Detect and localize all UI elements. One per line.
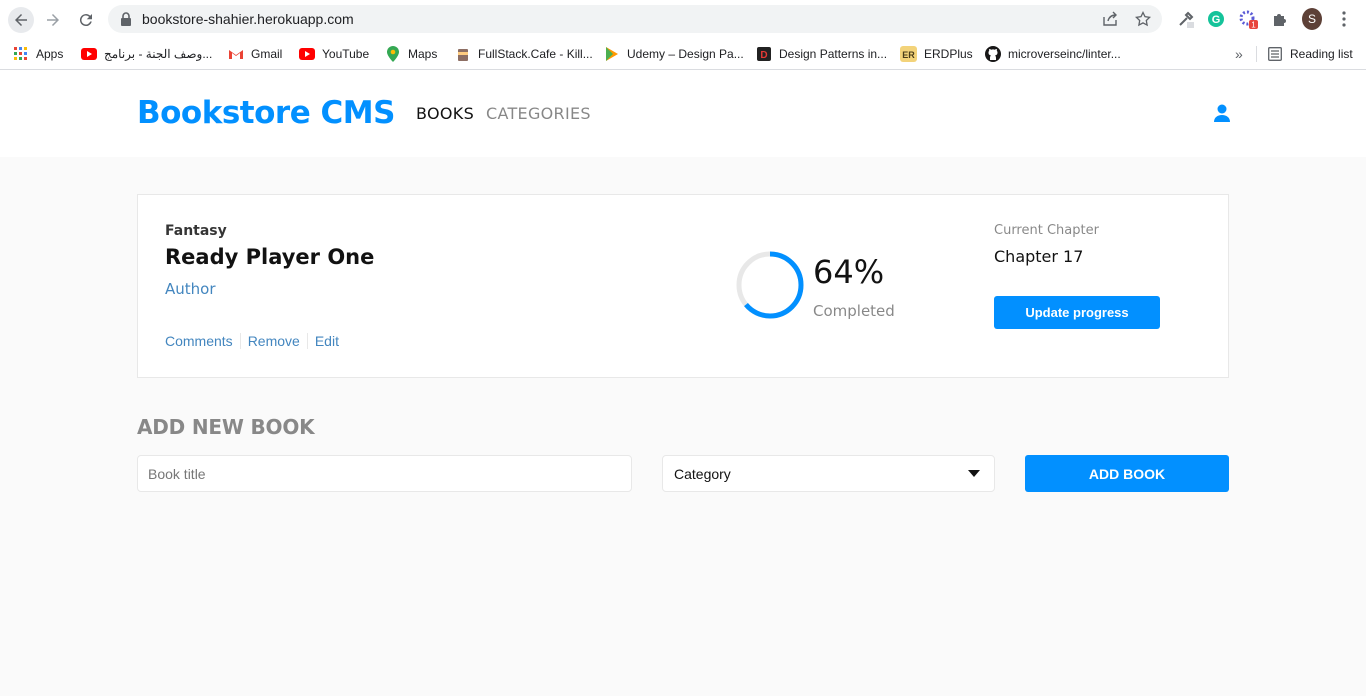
apps-grid-icon bbox=[13, 46, 29, 62]
current-chapter-label: Current Chapter bbox=[994, 223, 1099, 238]
svg-text:G: G bbox=[1212, 14, 1221, 26]
current-chapter-value: Chapter 17 bbox=[994, 247, 1084, 266]
cafe-cup-icon bbox=[455, 46, 471, 62]
app-header: Bookstore CMS BOOKS CATEGORIES bbox=[0, 70, 1366, 157]
bookmark-erdplus[interactable]: ER ERDPlus bbox=[900, 44, 973, 64]
action-divider bbox=[306, 333, 308, 349]
forward-button[interactable] bbox=[40, 7, 66, 33]
bookmark-label: Maps bbox=[408, 47, 438, 61]
svg-text:ER: ER bbox=[902, 50, 915, 60]
bookmark-udemy[interactable]: Udemy – Design Pa... bbox=[604, 44, 744, 64]
lock-icon bbox=[121, 12, 131, 26]
bookmark-fullstack-cafe[interactable]: FullStack.Cafe - Kill... bbox=[455, 44, 593, 64]
book-title: Ready Player One bbox=[165, 245, 375, 269]
update-progress-button[interactable]: Update progress bbox=[994, 296, 1160, 329]
nav-categories[interactable]: CATEGORIES bbox=[486, 104, 591, 123]
bookmark-label: وصف الجنة - برنامج... bbox=[104, 47, 213, 61]
caret-down-icon bbox=[968, 470, 980, 477]
book-title-input[interactable] bbox=[137, 455, 632, 492]
youtube-icon bbox=[81, 46, 97, 62]
youtube-icon bbox=[299, 46, 315, 62]
svg-text:D: D bbox=[760, 50, 767, 61]
bookmark-github-linter[interactable]: microverseinc/linter... bbox=[985, 44, 1121, 64]
bookmark-label: YouTube bbox=[322, 47, 370, 61]
book-card: Fantasy Ready Player One Author Comments… bbox=[137, 194, 1229, 378]
bookmark-design-patterns[interactable]: D Design Patterns in... bbox=[756, 44, 887, 64]
bookmarks-divider bbox=[1256, 46, 1257, 62]
edit-button[interactable]: Edit bbox=[315, 333, 339, 349]
reload-button[interactable] bbox=[73, 7, 99, 33]
browser-toolbar: bookstore-shahier.herokuapp.com G 1 S bbox=[0, 0, 1366, 38]
comments-button[interactable]: Comments bbox=[165, 333, 233, 349]
bookmark-label: ERDPlus bbox=[924, 47, 973, 61]
category-select[interactable]: Category bbox=[662, 455, 995, 492]
design-patterns-icon: D bbox=[756, 46, 772, 62]
udemy-icon bbox=[604, 46, 620, 62]
book-actions: Comments Remove Edit bbox=[165, 333, 339, 349]
kebab-menu-icon[interactable] bbox=[1334, 9, 1354, 29]
action-divider bbox=[239, 333, 241, 349]
bookmarks-overflow-button[interactable]: » bbox=[1235, 44, 1243, 64]
bookmark-label: FullStack.Cafe - Kill... bbox=[478, 47, 593, 61]
svg-text:1: 1 bbox=[1251, 21, 1256, 30]
user-icon[interactable] bbox=[1212, 103, 1232, 123]
arrow-right-icon bbox=[47, 14, 59, 26]
puzzle-extensions-icon[interactable] bbox=[1270, 9, 1290, 29]
reload-icon bbox=[79, 14, 92, 27]
erdplus-icon: ER bbox=[900, 46, 917, 62]
reading-list-label: Reading list bbox=[1290, 47, 1353, 61]
progress-completed-label: Completed bbox=[813, 302, 895, 320]
bookmark-label: Apps bbox=[36, 47, 64, 61]
bookmark-label: Gmail bbox=[251, 47, 283, 61]
add-book-heading: ADD NEW BOOK bbox=[137, 415, 315, 439]
grammarly-extension-icon[interactable]: G bbox=[1206, 9, 1226, 29]
nav-books[interactable]: BOOKS bbox=[416, 104, 474, 123]
gmail-icon bbox=[228, 46, 244, 62]
book-genre: Fantasy bbox=[165, 223, 227, 239]
bookmark-label: Udemy – Design Pa... bbox=[627, 47, 744, 61]
remove-button[interactable]: Remove bbox=[248, 333, 300, 349]
share-icon[interactable] bbox=[1102, 11, 1118, 27]
bookmark-apps[interactable]: Apps bbox=[13, 44, 63, 64]
category-select-value: Category bbox=[674, 466, 731, 482]
bookmark-label: microverseinc/linter... bbox=[1008, 47, 1121, 61]
bookmark-maps[interactable]: Maps bbox=[385, 44, 437, 64]
bookmarks-bar: Apps وصف الجنة - برنامج... Gmail YouTube… bbox=[0, 38, 1366, 70]
bookmark-youtube-arabic[interactable]: وصف الجنة - برنامج... bbox=[81, 44, 212, 64]
add-book-button[interactable]: ADD BOOK bbox=[1025, 455, 1229, 492]
maps-pin-icon bbox=[385, 46, 401, 62]
progress-ring bbox=[736, 251, 804, 319]
url-text: bookstore-shahier.herokuapp.com bbox=[142, 11, 354, 27]
address-bar[interactable]: bookstore-shahier.herokuapp.com bbox=[108, 5, 1162, 33]
arrow-left-icon bbox=[15, 14, 27, 26]
bookmark-youtube[interactable]: YouTube bbox=[299, 44, 369, 64]
eyedropper-extension-icon[interactable] bbox=[1176, 9, 1196, 29]
back-button[interactable] bbox=[8, 7, 34, 33]
profile-avatar[interactable]: S bbox=[1302, 8, 1322, 30]
bookmark-label: Design Patterns in... bbox=[779, 47, 888, 61]
github-icon bbox=[985, 46, 1001, 62]
brand-logo[interactable]: Bookstore CMS bbox=[137, 95, 395, 131]
bookmark-gmail[interactable]: Gmail bbox=[228, 44, 282, 64]
bookmark-star-icon[interactable] bbox=[1135, 11, 1151, 27]
book-author[interactable]: Author bbox=[165, 280, 216, 298]
chevron-double-right-icon: » bbox=[1235, 46, 1243, 62]
reading-list-button[interactable]: Reading list bbox=[1267, 44, 1353, 64]
gear-extension-icon[interactable]: 1 bbox=[1238, 9, 1258, 29]
progress-percent: 64% bbox=[813, 253, 885, 291]
reading-list-icon bbox=[1267, 46, 1283, 62]
